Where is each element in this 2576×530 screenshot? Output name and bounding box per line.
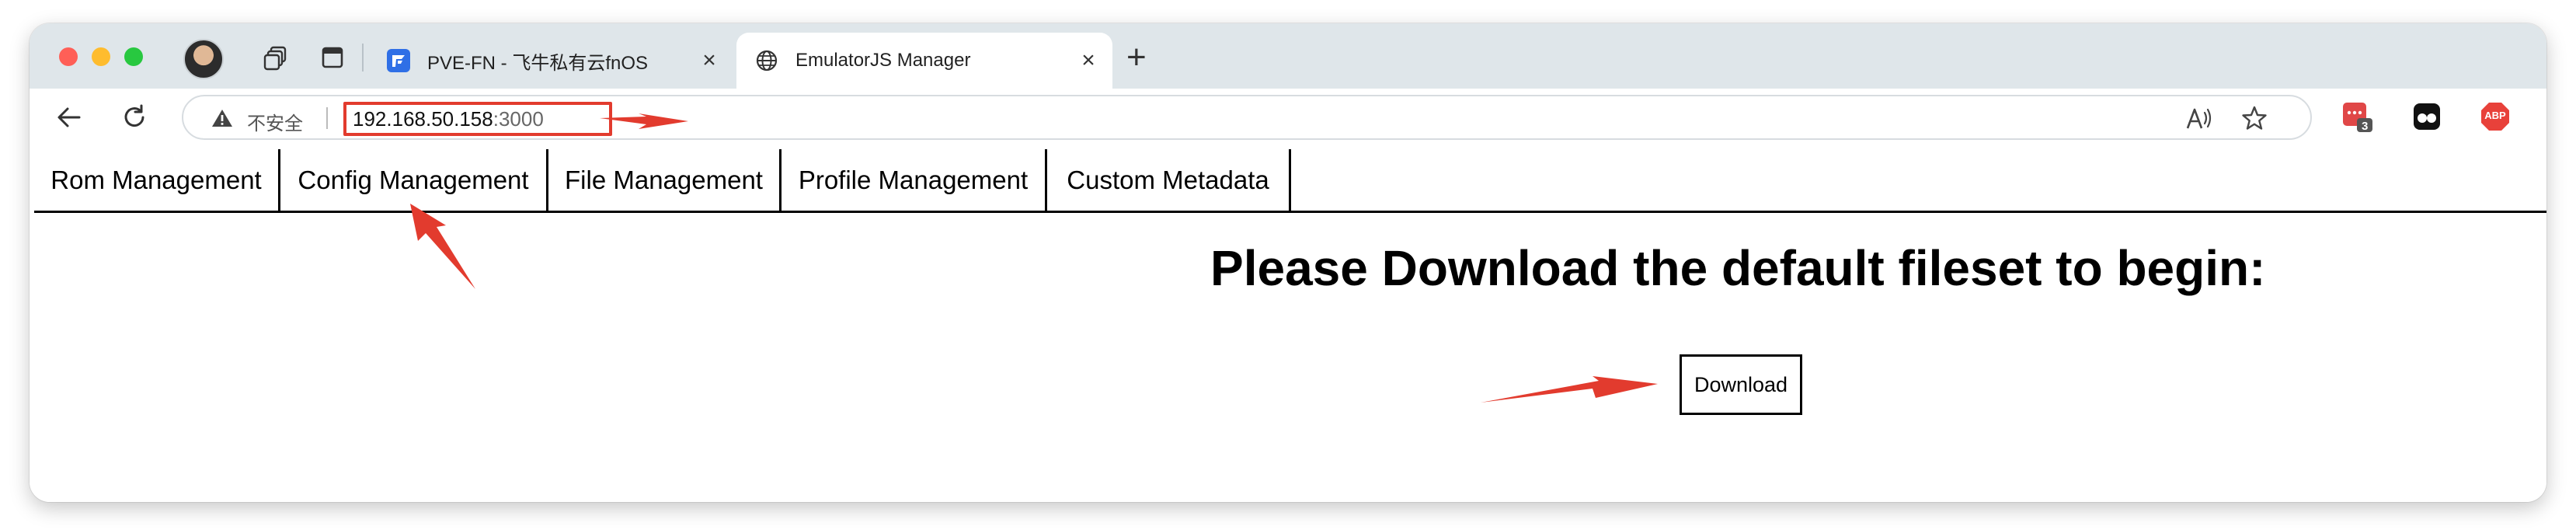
extension-badge-count: 3 [2362,120,2369,133]
download-button[interactable]: Download [1680,354,1802,415]
nav-file-management[interactable]: File Management [548,149,782,211]
tab-close-icon[interactable]: × [1075,47,1102,74]
fnos-logo-icon [385,47,412,74]
tab-emulatorjs-manager[interactable]: EmulatorJS Manager × [736,33,1112,89]
address-bar[interactable]: 不安全 192.168.50.158:3000 [182,95,2312,140]
tab-separator [362,44,364,71]
vertical-tabs-icon[interactable] [317,42,348,73]
main-nav: Rom Management Config Management File Ma… [34,149,2546,213]
url-text[interactable]: 192.168.50.158:3000 [343,102,612,136]
nav-rom-management[interactable]: Rom Management [34,149,280,211]
tab-strip: PVE-FN - 飞牛私有云fnOS × EmulatorJS Manager … [30,23,2546,89]
close-window-button[interactable] [59,47,78,66]
tab-close-icon[interactable]: × [696,47,722,74]
minimize-window-button[interactable] [92,47,110,66]
profile-avatar[interactable] [183,39,224,79]
nav-custom-metadata[interactable]: Custom Metadata [1047,149,1291,211]
back-arrow-icon[interactable] [51,99,87,135]
refresh-icon[interactable] [117,99,152,135]
address-separator [326,107,328,129]
collections-icon[interactable] [261,42,292,73]
maximize-window-button[interactable] [124,47,143,66]
url-port: :3000 [493,107,544,131]
read-aloud-icon[interactable] [2186,104,2214,132]
tab-pve-fn[interactable]: PVE-FN - 飞牛私有云fnOS × [368,33,733,89]
tab-title: EmulatorJS Manager [795,50,971,71]
page-heading: Please Download the default fileset to b… [1210,240,2266,296]
security-label[interactable]: 不安全 [247,108,303,135]
nav-config-management[interactable]: Config Management [280,149,548,211]
adblock-plus-icon[interactable]: ABP [2478,99,2512,134]
tab-title: PVE-FN - 飞牛私有云fnOS [427,52,649,74]
browser-window: PVE-FN - 飞牛私有云fnOS × EmulatorJS Manager … [30,23,2546,502]
nav-profile-management[interactable]: Profile Management [782,149,1047,211]
globe-icon [754,47,780,74]
page-content: Rom Management Config Management File Ma… [30,146,2546,502]
warning-triangle-icon[interactable] [211,108,233,132]
browser-toolbar: 不安全 192.168.50.158:3000 3 ABP [30,89,2546,146]
new-tab-button[interactable]: + [1126,40,1147,75]
tampermonkey-icon[interactable] [2410,99,2444,134]
favorite-star-icon[interactable] [2240,104,2268,132]
url-host: 192.168.50.158 [353,107,493,131]
extension-badge-icon[interactable]: 3 [2340,99,2374,134]
abp-label: ABP [2484,110,2506,121]
